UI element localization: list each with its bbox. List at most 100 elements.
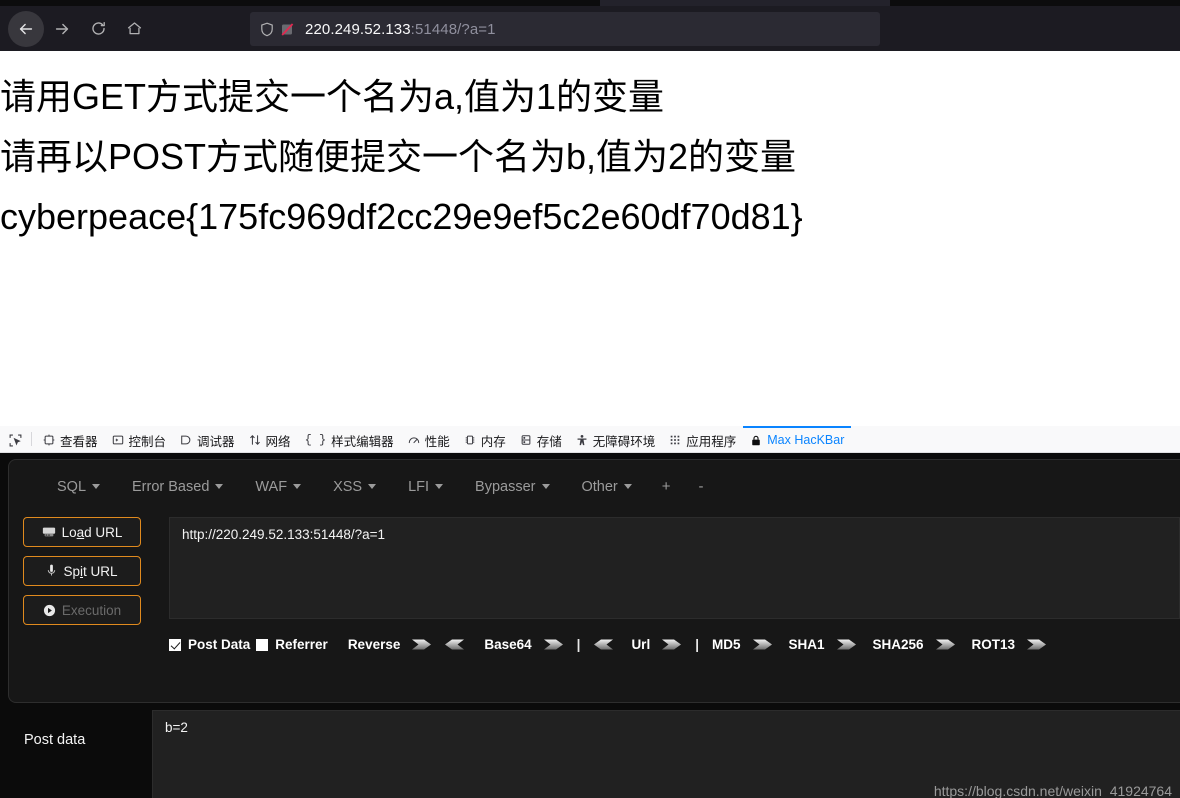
chevron-down-icon bbox=[541, 484, 550, 489]
chevron-down-icon bbox=[293, 484, 302, 489]
devtools-tab-label: Max HacKBar bbox=[767, 433, 845, 447]
page-line-3: cyberpeace{175fc969df2cc29e9ef5c2e60df70… bbox=[0, 196, 803, 237]
devtools-tab-label: 查看器 bbox=[60, 434, 98, 449]
post-data-checkbox[interactable] bbox=[169, 638, 181, 651]
reload-icon[interactable] bbox=[80, 11, 116, 47]
devtools-tab-label: 网络 bbox=[265, 434, 291, 449]
hackbar-remove-tab-button[interactable]: - bbox=[685, 474, 718, 499]
menu-label: WAF bbox=[255, 478, 288, 495]
reverse-encode-arrow-icon[interactable] bbox=[412, 638, 432, 651]
load-url-label: Load URL bbox=[61, 524, 123, 540]
devtools-panel: 查看器 控制台 调试器 网络 { } 样式编辑器 性能 内存 存储 无障碍环境 … bbox=[0, 426, 1180, 798]
accessibility-icon bbox=[576, 434, 588, 447]
menu-label: LFI bbox=[408, 478, 430, 495]
memory-icon bbox=[464, 434, 476, 446]
hackbar-panel: SQL Error Based WAF XSS LFI Bypasser Oth… bbox=[0, 453, 1180, 798]
hackbar-menu-other[interactable]: Other bbox=[566, 475, 648, 499]
toolbar-divider bbox=[31, 432, 32, 446]
chevron-down-icon bbox=[215, 484, 224, 489]
menu-label: Error Based bbox=[132, 478, 210, 495]
chevron-down-icon bbox=[92, 484, 101, 489]
rot13-label: ROT13 bbox=[971, 637, 1016, 652]
menu-label: XSS bbox=[333, 478, 363, 495]
sha1-hash-arrow-icon[interactable] bbox=[836, 638, 857, 651]
md5-hash-arrow-icon[interactable] bbox=[752, 638, 773, 651]
hackbar-menu-sql[interactable]: SQL bbox=[41, 475, 116, 499]
home-icon[interactable] bbox=[116, 11, 152, 47]
devtools-tab-label: 内存 bbox=[480, 434, 506, 449]
spit-url-button[interactable]: Spit URL bbox=[23, 556, 141, 586]
tracking-protection-off-icon[interactable] bbox=[280, 22, 295, 37]
hackbar-url-column: http://220.249.52.133:51448/?a=1 Post Da… bbox=[141, 509, 1180, 702]
chevron-down-icon bbox=[368, 484, 377, 489]
referrer-label: Referrer bbox=[275, 637, 328, 652]
devtools-tab-accessibility[interactable]: 无障碍环境 bbox=[569, 426, 663, 452]
hackbar-menu-error-based[interactable]: Error Based bbox=[116, 475, 239, 499]
devtools-tab-label: 样式编辑器 bbox=[331, 434, 394, 449]
post-data-label-static: Post data bbox=[24, 732, 86, 748]
watermark-text: https://blog.csdn.net/weixin_41924764 bbox=[933, 783, 1172, 798]
hackbar-main-section: SQL Error Based WAF XSS LFI Bypasser Oth… bbox=[8, 459, 1180, 703]
menu-label: Bypasser bbox=[475, 478, 536, 495]
url-bar[interactable]: 220.249.52.133:51448/?a=1 bbox=[250, 12, 880, 46]
shield-icon[interactable] bbox=[260, 22, 274, 37]
reverse-decode-arrow-icon[interactable] bbox=[444, 638, 465, 651]
url-text: 220.249.52.133:51448/?a=1 bbox=[305, 21, 496, 38]
referrer-checkbox[interactable] bbox=[256, 638, 269, 651]
hackbar-menu-waf[interactable]: WAF bbox=[239, 475, 317, 499]
menu-label: SQL bbox=[57, 478, 87, 495]
devtools-tab-network[interactable]: 网络 bbox=[242, 426, 298, 452]
hackbar-input-area: Load URL Spit URL Execution http://220.2… bbox=[9, 509, 1180, 702]
page-line-1: 请用GET方式提交一个名为a,值为1的变量 bbox=[0, 76, 665, 117]
devtools-tab-storage[interactable]: 存储 bbox=[513, 426, 569, 452]
devtools-tab-inspector[interactable]: 查看器 bbox=[36, 426, 105, 452]
browser-nav-toolbar: 220.249.52.133:51448/?a=1 bbox=[0, 6, 1180, 51]
sha1-label: SHA1 bbox=[788, 637, 825, 652]
inspector-icon bbox=[43, 434, 55, 446]
devtools-tab-performance[interactable]: 性能 bbox=[401, 426, 457, 452]
debugger-icon bbox=[180, 434, 192, 446]
spit-url-label: Spit URL bbox=[63, 563, 118, 579]
separator-pipe: | bbox=[695, 637, 699, 652]
devtools-tab-style-editor[interactable]: { } 样式编辑器 bbox=[298, 426, 401, 452]
hackbar-encoder-toolbar: Post Data Referrer Reverse Base64 | Url … bbox=[169, 619, 1180, 652]
performance-icon bbox=[408, 434, 420, 446]
execution-label: Execution bbox=[61, 602, 122, 618]
sha256-label: SHA256 bbox=[872, 637, 924, 652]
forward-arrow-icon[interactable] bbox=[44, 11, 80, 47]
base64-label: Base64 bbox=[484, 637, 532, 652]
reverse-label: Reverse bbox=[347, 637, 401, 652]
spit-url-icon bbox=[46, 564, 57, 578]
chevron-down-icon bbox=[623, 484, 632, 489]
base64-encode-arrow-icon[interactable] bbox=[543, 638, 564, 651]
hackbar-menu-lfi[interactable]: LFI bbox=[392, 475, 459, 499]
hackbar-menu-bypasser[interactable]: Bypasser bbox=[459, 475, 565, 499]
devtools-tab-application[interactable]: 应用程序 bbox=[662, 426, 743, 452]
md5-label: MD5 bbox=[711, 637, 741, 652]
devtools-tab-debugger[interactable]: 调试器 bbox=[173, 426, 242, 452]
hackbar-add-tab-button[interactable]: + bbox=[648, 474, 685, 499]
hackbar-url-input[interactable]: http://220.249.52.133:51448/?a=1 bbox=[169, 517, 1180, 619]
devtools-tab-console[interactable]: 控制台 bbox=[105, 426, 174, 452]
rot13-encode-arrow-icon[interactable] bbox=[1027, 638, 1047, 651]
back-arrow-icon[interactable] bbox=[8, 10, 44, 47]
url-label: Url bbox=[631, 637, 651, 652]
element-picker-icon[interactable] bbox=[4, 426, 27, 452]
devtools-tab-max-hackbar[interactable]: Max HacKBar bbox=[743, 426, 852, 452]
element-picker-glyph bbox=[9, 434, 22, 447]
devtools-tab-label: 应用程序 bbox=[686, 434, 737, 449]
separator-pipe: | bbox=[576, 637, 581, 652]
hackbar-menu-xss[interactable]: XSS bbox=[317, 475, 392, 499]
sha256-hash-arrow-icon[interactable] bbox=[935, 638, 956, 651]
base64-decode-arrow-icon[interactable] bbox=[593, 638, 614, 651]
url-rest: :51448/?a=1 bbox=[410, 20, 496, 38]
lock-icon bbox=[750, 434, 762, 447]
menu-label: Other bbox=[581, 478, 618, 495]
execution-button[interactable]: Execution bbox=[23, 595, 141, 625]
devtools-tab-label: 存储 bbox=[536, 434, 562, 449]
page-line-2: 请再以POST方式随便提交一个名为b,值为2的变量 bbox=[0, 136, 797, 177]
devtools-tab-label: 性能 bbox=[424, 434, 450, 449]
url-encode-arrow-icon[interactable] bbox=[662, 638, 682, 651]
load-url-button[interactable]: Load URL bbox=[23, 517, 141, 547]
devtools-tab-memory[interactable]: 内存 bbox=[457, 426, 513, 452]
